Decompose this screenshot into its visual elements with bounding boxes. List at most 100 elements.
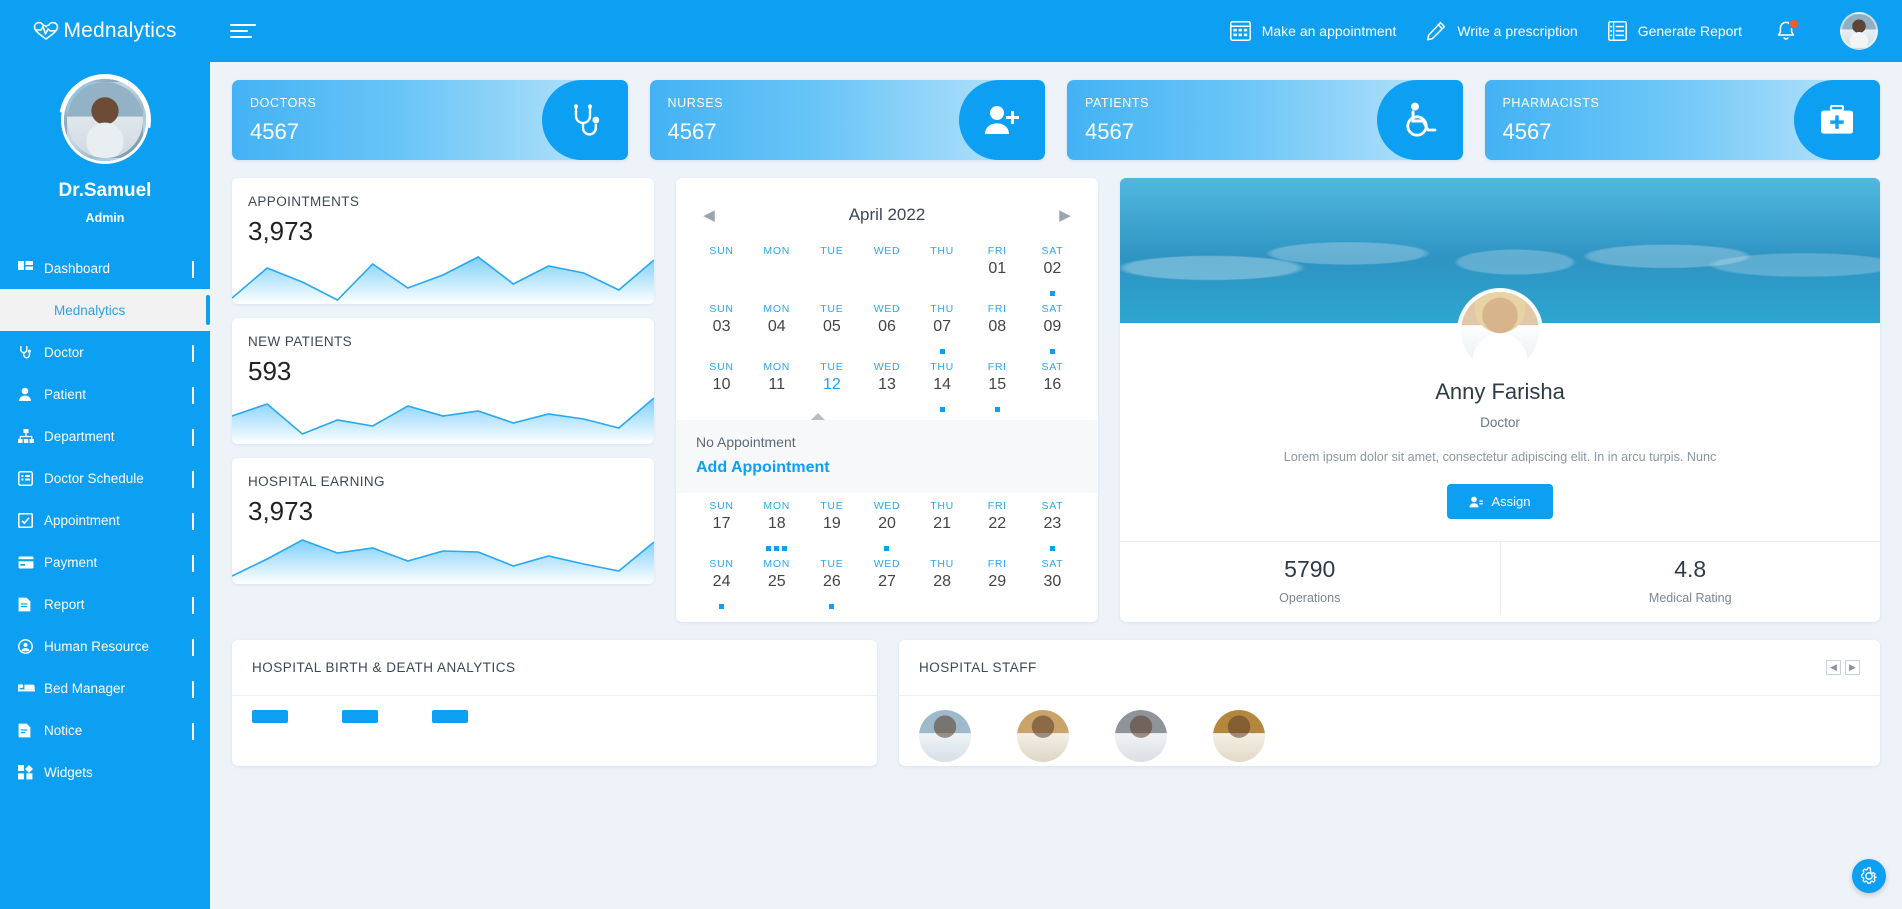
sidebar-profile: Dr.Samuel Admin — [0, 62, 210, 225]
stat-card-pharmacists[interactable]: PHARMACISTS 4567 — [1485, 80, 1881, 160]
calendar-day[interactable]: 30 — [1025, 572, 1080, 602]
dow-label: MON — [749, 354, 804, 375]
calendar-day[interactable]: 06 — [859, 317, 914, 347]
stat-card-patients[interactable]: PATIENTS 4567 — [1067, 80, 1463, 160]
profile-avatar-wrap[interactable] — [59, 74, 151, 166]
calendar-day[interactable]: 04 — [749, 317, 804, 347]
avatar[interactable] — [1017, 710, 1069, 762]
calendar-day[interactable]: 09 — [1025, 317, 1080, 347]
dow-label: SUN — [694, 238, 749, 259]
sidebar-item-dashboard[interactable]: Dashboard — [0, 247, 210, 289]
sidebar-item-label: Widgets — [44, 765, 194, 780]
brand-logo[interactable]: Mednalytics — [0, 0, 210, 62]
calendar-day[interactable] — [859, 259, 914, 289]
triangle-right-icon[interactable]: ▶ — [1050, 206, 1080, 224]
calendar-week-row: 10 11 12 13 14 15 16 — [694, 375, 1080, 405]
dow-label: TUE — [804, 354, 859, 375]
stat-label: Medical Rating — [1501, 591, 1881, 605]
calendar-day[interactable]: 28 — [915, 572, 970, 602]
calendar-day[interactable]: 23 — [1025, 514, 1080, 544]
hospital-earning-card[interactable]: HOSPITAL EARNING 3,973 — [232, 458, 654, 584]
chevron-left-icon[interactable]: ◀ — [1826, 660, 1841, 675]
calendar-day[interactable]: 27 — [859, 572, 914, 602]
calendar-day[interactable]: 16 — [1025, 375, 1080, 405]
calendar-day[interactable]: 13 — [859, 375, 914, 405]
app-root: Mednalytics Dr.Samuel Admin Dashboard Me… — [0, 0, 1902, 909]
panel-header: HOSPITAL BIRTH & DEATH ANALYTICS — [232, 640, 877, 696]
write-prescription-button[interactable]: Write a prescription — [1426, 21, 1577, 41]
sidebar-item-label: Payment — [44, 555, 192, 570]
calendar-day[interactable]: 01 — [970, 259, 1025, 289]
calendar-day[interactable]: 19 — [804, 514, 859, 544]
sidebar-item-widgets[interactable]: Widgets — [0, 751, 210, 793]
sidebar-item-appointment[interactable]: Appointment — [0, 499, 210, 541]
calendar-day[interactable]: 11 — [749, 375, 804, 405]
calendar-day[interactable] — [749, 259, 804, 289]
stat-card-nurses[interactable]: NURSES 4567 — [650, 80, 1046, 160]
calendar-day[interactable]: 14 — [915, 375, 970, 405]
appointments-card[interactable]: APPOINTMENTS 3,973 — [232, 178, 654, 304]
calendar-dow-row: SUN MON TUE WED THU FRI SAT — [694, 238, 1080, 259]
generate-report-button[interactable]: Generate Report — [1608, 21, 1742, 41]
new-patients-card[interactable]: NEW PATIENTS 593 — [232, 318, 654, 444]
sidebar-item-human-resource[interactable]: Human Resource — [0, 625, 210, 667]
stat-card-doctors[interactable]: DOCTORS 4567 — [232, 80, 628, 160]
sidebar-item-report[interactable]: Report — [0, 583, 210, 625]
calendar-day[interactable]: 15 — [970, 375, 1025, 405]
sidebar-subitem-mednalytics[interactable]: Mednalytics — [0, 289, 210, 331]
calendar-day[interactable]: 20 — [859, 514, 914, 544]
doctor-avatar — [1457, 288, 1543, 374]
calendar-day[interactable] — [804, 259, 859, 289]
hamburger-icon[interactable] — [230, 20, 256, 42]
first-aid-kit-icon — [1794, 80, 1880, 160]
dow-label: FRI — [970, 551, 1025, 572]
sidebar-item-label: Bed Manager — [44, 681, 192, 696]
assign-button[interactable]: Assign — [1447, 484, 1552, 519]
sidebar-item-bed-manager[interactable]: Bed Manager — [0, 667, 210, 709]
dow-label: SAT — [1025, 493, 1080, 514]
triangle-left-icon[interactable]: ◀ — [694, 206, 724, 224]
calendar-day[interactable]: 21 — [915, 514, 970, 544]
settings-fab[interactable] — [1852, 859, 1886, 893]
add-appointment-link[interactable]: Add Appointment — [696, 459, 1078, 477]
pencil-icon — [1426, 21, 1446, 41]
calendar-day[interactable]: 18 — [749, 514, 804, 544]
sidebar-item-department[interactable]: Department — [0, 415, 210, 457]
chevron-down-icon — [192, 471, 194, 486]
calendar-day[interactable] — [915, 259, 970, 289]
calendar-day[interactable]: 05 — [804, 317, 859, 347]
sidebar-item-notice[interactable]: Notice — [0, 709, 210, 751]
calendar-day[interactable]: 02 — [1025, 259, 1080, 289]
card-value: 3,973 — [232, 209, 654, 247]
calendar-day[interactable]: 03 — [694, 317, 749, 347]
calendar-day[interactable]: 24 — [694, 572, 749, 602]
user-avatar[interactable] — [1840, 12, 1878, 50]
sidebar-item-doctor[interactable]: Doctor — [0, 331, 210, 373]
avatar[interactable] — [1213, 710, 1265, 762]
calendar-day[interactable] — [694, 259, 749, 289]
chevron-right-icon[interactable]: ▶ — [1845, 660, 1860, 675]
calendar-day[interactable]: 10 — [694, 375, 749, 405]
avatar — [64, 79, 146, 161]
sidebar-item-payment[interactable]: Payment — [0, 541, 210, 583]
calendar-day[interactable]: 17 — [694, 514, 749, 544]
calendar-day[interactable]: 07 — [915, 317, 970, 347]
doctor-description: Lorem ipsum dolor sit amet, consectetur … — [1142, 448, 1858, 466]
calendar-dow-row: SUN MON TUE WED THU FRI SAT — [694, 296, 1080, 317]
calendar-day[interactable]: 29 — [970, 572, 1025, 602]
calendar-day[interactable]: 08 — [970, 317, 1025, 347]
sidebar-item-patient[interactable]: Patient — [0, 373, 210, 415]
notifications-button[interactable] — [1776, 21, 1796, 42]
chevron-down-icon — [192, 261, 194, 276]
stat-value: 5790 — [1120, 556, 1500, 583]
sidebar-item-doctor-schedule[interactable]: Doctor Schedule — [0, 457, 210, 499]
avatar[interactable] — [1115, 710, 1167, 762]
calendar-day-selected[interactable]: 12 — [804, 375, 859, 405]
calendar-day[interactable]: 25 — [749, 572, 804, 602]
topbar: Make an appointment Write a prescription… — [210, 0, 1902, 62]
make-appointment-button[interactable]: Make an appointment — [1230, 21, 1397, 41]
calendar-day[interactable]: 26 — [804, 572, 859, 602]
avatar[interactable] — [919, 710, 971, 762]
credit-card-icon — [18, 556, 44, 569]
calendar-day[interactable]: 22 — [970, 514, 1025, 544]
